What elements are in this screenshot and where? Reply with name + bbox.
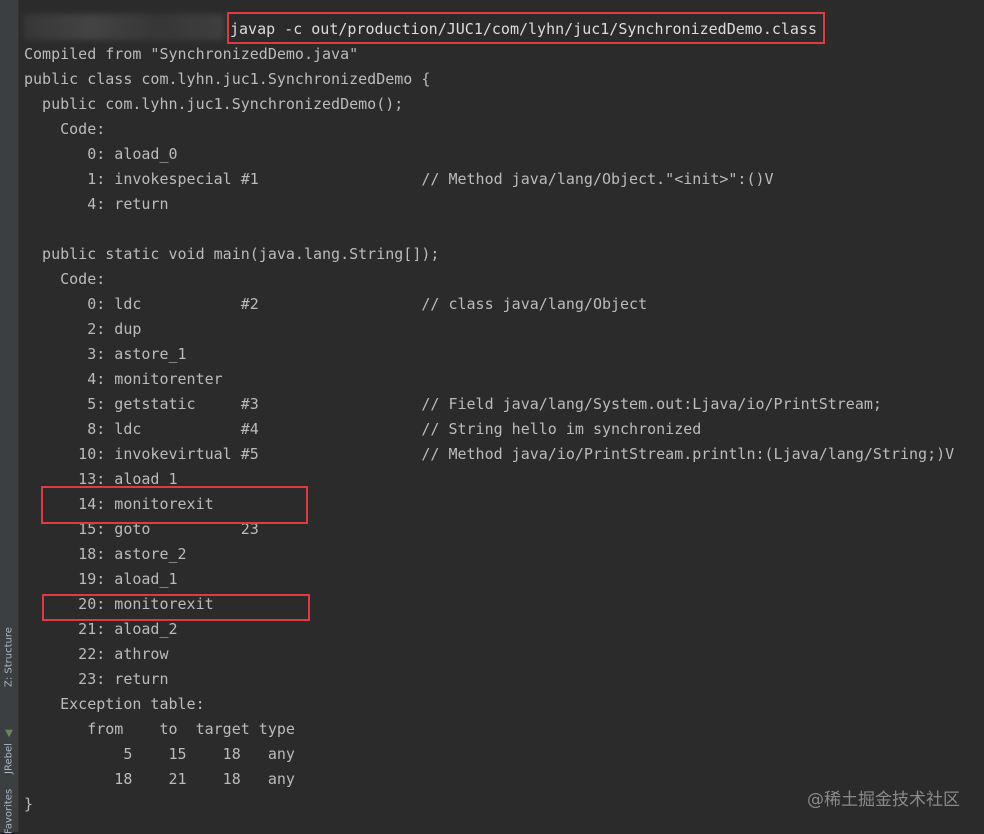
code-line: public class com.lyhn.juc1.SynchronizedD… [24, 70, 431, 88]
code-line: public com.lyhn.juc1.SynchronizedDemo(); [24, 95, 404, 113]
jrebel-tab-label: JRebel [3, 743, 15, 774]
code-line: 23: return [24, 670, 169, 688]
code-line: 22: athrow [24, 645, 169, 663]
command-line: javap -c out/production/JUC1/com/lyhn/ju… [230, 20, 817, 38]
code-line: 5 15 18 any [24, 745, 295, 763]
jrebel-tab[interactable]: JRebel ▲ [0, 722, 18, 780]
code-line: 4: monitorenter [24, 370, 223, 388]
favorites-tab[interactable]: Favorites [0, 788, 18, 834]
code-line: Code: [24, 270, 106, 288]
code-line: Compiled from "SynchronizedDemo.java" [24, 45, 359, 63]
monitorexit-highlight-2 [42, 594, 310, 621]
code-line: 1: invokespecial #1 // Method java/lang/… [24, 170, 774, 188]
bytecode-listing: Compiled from "SynchronizedDemo.java" pub… [24, 42, 954, 817]
watermark: @稀土掘金技术社区 [807, 790, 960, 810]
terminal-output[interactable]: javap -c out/production/JUC1/com/lyhn/ju… [18, 0, 984, 832]
code-line: 19: aload_1 [24, 570, 178, 588]
structure-tab[interactable]: Z: Structure [0, 622, 18, 692]
code-line: 2: dup [24, 320, 142, 338]
monitorexit-highlight-1 [41, 486, 308, 524]
code-line: from to target type [24, 720, 295, 738]
code-line: 8: ldc #4 // String hello im synchronize… [24, 420, 702, 438]
blurred-prompt [24, 14, 224, 40]
code-line: 5: getstatic #3 // Field java/lang/Syste… [24, 395, 882, 413]
code-line: 0: ldc #2 // class java/lang/Object [24, 295, 648, 313]
favorites-tab-label: Favorites [3, 788, 15, 834]
code-line: Code: [24, 120, 106, 138]
code-line: public static void main(java.lang.String… [24, 245, 440, 263]
code-line: 3: astore_1 [24, 345, 187, 363]
code-line: 4: return [24, 195, 169, 213]
jrebel-icon: ▲ [3, 728, 15, 740]
code-line: Exception table: [24, 695, 205, 713]
structure-tab-label: Z: Structure [3, 627, 15, 687]
code-line: 18: astore_2 [24, 545, 187, 563]
code-line: 0: aload_0 [24, 145, 178, 163]
code-line: 10: invokevirtual #5 // Method java/io/P… [24, 445, 955, 463]
left-tool-sidebar: Z: Structure JRebel ▲ Favorites [0, 0, 19, 834]
